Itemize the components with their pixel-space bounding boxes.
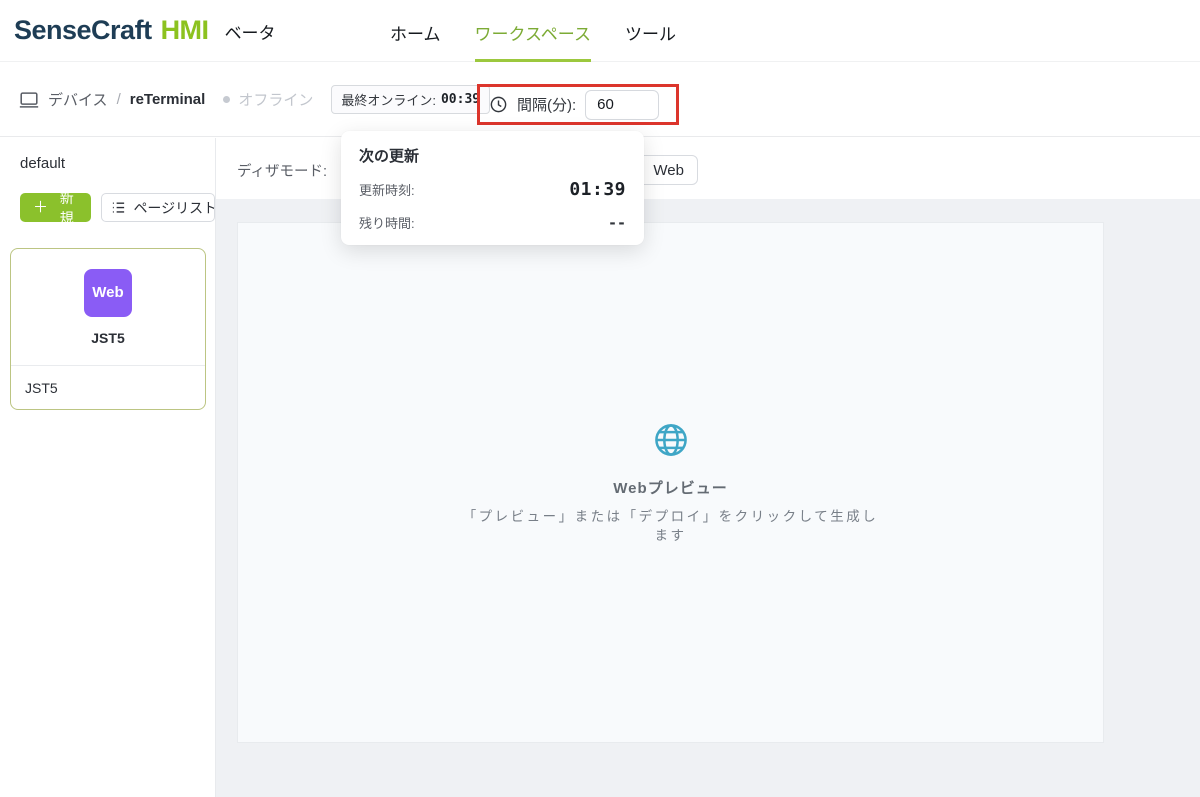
nav-item-tools[interactable]: ツール (625, 1, 676, 62)
breadcrumb-devices[interactable]: デバイス (48, 89, 108, 110)
device-icon (18, 89, 40, 111)
logo-text-sensecraft: SenseCraft (14, 15, 152, 46)
next-update-tooltip: 次の更新 更新時刻: 01:39 残り時間: -- (341, 131, 644, 245)
web-preview-title: Webプレビュー (613, 477, 727, 498)
tooltip-row-update-time: 更新時刻: 01:39 (359, 179, 626, 200)
web-tab-label: Web (653, 162, 684, 179)
dither-mode-label: ディザモード: (237, 160, 327, 181)
pages-sidebar: default ＋ 新規 ページリスト (0, 138, 216, 797)
app-logo[interactable]: SenseCraft HMI ベータ (14, 15, 276, 46)
top-header: SenseCraft HMI ベータ ホーム ワークスペース ツール (0, 0, 1200, 62)
web-preview-panel: Webプレビュー 「プレビュー」または「デプロイ」をクリックして生成し ます (237, 222, 1104, 743)
page-card-title: JST5 (91, 330, 124, 346)
last-online-badge: 最終オンライン: 00:39 (331, 85, 490, 114)
new-page-button[interactable]: ＋ 新規 (20, 193, 91, 222)
globe-icon (652, 421, 690, 459)
app-window: SenseCraft HMI ベータ ホーム ワークスペース ツール デバイス … (0, 0, 1200, 797)
list-icon (111, 200, 126, 215)
page-card-body: Web JST5 (11, 249, 205, 365)
clock-icon (489, 95, 508, 114)
last-online-label: 最終オンライン: (341, 90, 436, 109)
update-time-value: 01:39 (569, 179, 626, 200)
page-list-button[interactable]: ページリスト (101, 193, 215, 222)
web-page-badge: Web (84, 269, 132, 317)
offline-status-dot (223, 96, 230, 103)
breadcrumb: デバイス / reTerminal オフライン 最終オンライン: 00:39 (18, 62, 490, 137)
nav-item-workspace[interactable]: ワークスペース (475, 1, 591, 62)
page-card-footer-label: JST5 (11, 365, 205, 410)
main-nav: ホーム ワークスペース ツール (390, 0, 676, 62)
tooltip-row-remaining-time: 残り時間: -- (359, 213, 626, 232)
page-card-jst5[interactable]: Web JST5 JST5 (10, 248, 206, 410)
logo-text-hmi: HMI (161, 15, 209, 46)
device-bar: デバイス / reTerminal オフライン 最終オンライン: 00:39 間… (0, 62, 1200, 137)
sidebar-button-row: ＋ 新規 ページリスト (20, 193, 215, 222)
group-title: default (20, 155, 65, 172)
remaining-time-label: 残り時間: (359, 213, 415, 232)
breadcrumb-separator: / (117, 91, 121, 108)
plus-icon: ＋ (33, 200, 48, 215)
interval-label: 間隔(分): (517, 94, 576, 115)
nav-item-home[interactable]: ホーム (390, 1, 441, 62)
new-page-button-label: 新規 (55, 188, 78, 228)
caption-line-1: 「プレビュー」または「デプロイ」をクリックして生成し (463, 507, 879, 526)
interval-highlight-box: 間隔(分): (477, 84, 679, 125)
remaining-time-value: -- (608, 214, 626, 232)
page-list-button-label: ページリスト (133, 198, 215, 218)
caption-line-2: ます (463, 526, 879, 545)
logo-beta-label: ベータ (225, 19, 276, 44)
tooltip-title: 次の更新 (359, 145, 626, 166)
update-time-label: 更新時刻: (359, 180, 415, 199)
breadcrumb-device-name[interactable]: reTerminal (130, 91, 206, 108)
interval-input[interactable] (585, 90, 659, 120)
last-online-time: 00:39 (441, 92, 480, 107)
web-preview-caption: 「プレビュー」または「デプロイ」をクリックして生成し ます (463, 507, 879, 545)
offline-status-label: オフライン (238, 89, 313, 110)
